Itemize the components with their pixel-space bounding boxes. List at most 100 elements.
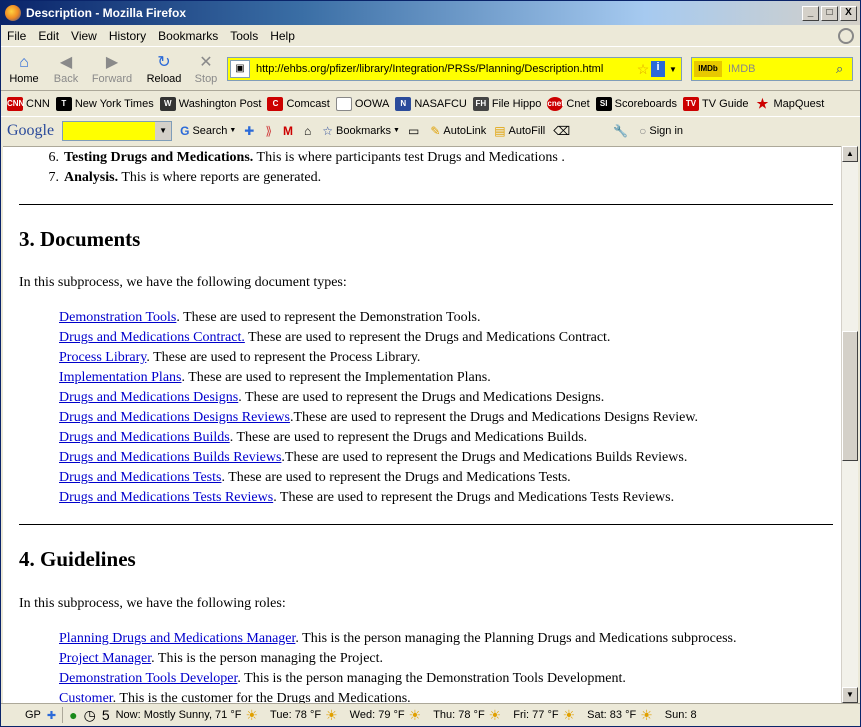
menu-edit[interactable]: Edit (32, 29, 65, 43)
role-link[interactable]: Customer (59, 691, 113, 703)
google-autolink-button[interactable]: ✎ AutoLink (430, 124, 486, 138)
google-share-button[interactable]: ⟫ (265, 124, 275, 138)
google-plus-button[interactable]: ✚ (244, 124, 257, 138)
close-button[interactable]: X (840, 5, 857, 21)
google-settings-button[interactable]: 🔧 (613, 124, 631, 138)
green-status-icon[interactable]: ● (69, 707, 77, 723)
home-button[interactable]: ⌂ Home (3, 53, 45, 85)
bookmark-oowa[interactable]: OOWA (335, 96, 389, 111)
menu-history[interactable]: History (103, 29, 152, 43)
url-bar[interactable]: ▣ http://ehbs.org/pfizer/library/Integra… (227, 57, 682, 81)
minimize-button[interactable]: _ (802, 5, 819, 21)
building-icon: ⌂ (304, 123, 312, 138)
nytimes-icon: T (55, 96, 72, 111)
status-bar: GP ✚ ● ◷ 5 Now: Mostly Sunny, 71 °F ☀ Tue… (1, 703, 860, 726)
google-search-button[interactable]: G Search ▼ (180, 124, 236, 138)
bookmark-scoreboards[interactable]: SI Scoreboards (595, 96, 677, 111)
navigation-toolbar: ⌂ Home ◀ Back ▶ Forward ↻ Reload ✕ Stop … (1, 46, 860, 90)
scroll-thumb[interactable] (842, 331, 858, 461)
google-signin-button[interactable]: ○ Sign in (639, 124, 683, 138)
sun-cloud-icon: ☀ (325, 706, 338, 723)
google-search-input[interactable]: ▼ (62, 120, 173, 141)
menu-file[interactable]: File (1, 29, 32, 43)
document-link[interactable]: Demonstration Tools (59, 310, 176, 325)
document-link[interactable]: Drugs and Medications Designs Reviews (59, 410, 290, 425)
menu-help[interactable]: Help (264, 29, 301, 43)
list-item: Drugs and Medications Builds Reviews.The… (59, 450, 688, 465)
url-text[interactable]: http://ehbs.org/pfizer/library/Integrati… (256, 63, 635, 75)
list-item: Drugs and Medications Contract. These ar… (59, 330, 611, 345)
google-blank-button[interactable]: ▭ (408, 124, 422, 138)
bookmark-tv-guide[interactable]: TV TV Guide (683, 96, 749, 111)
bookmark-file-hippo[interactable]: FH File Hippo (472, 96, 541, 111)
gmail-icon: M (283, 123, 293, 138)
bookmark-cnet[interactable]: cnet Cnet (547, 96, 590, 111)
document-link[interactable]: Drugs and Medications Tests (59, 470, 221, 485)
sun-cloud-icon: ☀ (562, 706, 576, 723)
search-magnifier-icon[interactable]: ⌕ (836, 61, 852, 77)
document-link[interactable]: Drugs and Medications Builds (59, 430, 230, 445)
google-autofill-button[interactable]: ▤ AutoFill (494, 124, 545, 138)
list-item: Drugs and Medications Tests Reviews. The… (59, 490, 675, 505)
role-link[interactable]: Project Manager (59, 651, 151, 666)
info-icon[interactable]: i (651, 61, 665, 77)
stop-icon: ✕ (199, 53, 213, 71)
google-search-dropdown-icon[interactable]: ▼ (155, 121, 172, 140)
back-arrow-icon: ◀ (59, 53, 73, 71)
bookmark-star-icon[interactable]: ☆ (635, 61, 651, 78)
document-link[interactable]: Drugs and Medications Designs (59, 390, 238, 405)
weather-thu[interactable]: Thu: 78 °F ☀ (433, 707, 501, 724)
divider (19, 204, 833, 205)
bookmark-nasafcu[interactable]: N NASAFCU (395, 96, 467, 111)
bookmark-washington-post[interactable]: W Washington Post (159, 96, 261, 111)
maximize-button[interactable]: □ (821, 5, 838, 21)
clock-icon[interactable]: ◷ (84, 707, 96, 724)
google-logo: Google (7, 121, 55, 139)
menu-tools[interactable]: Tools (224, 29, 264, 43)
bookmark-nytimes[interactable]: T New York Times (55, 96, 154, 111)
bookmark-mapquest[interactable]: ★ MapQuest (755, 96, 825, 111)
search-input[interactable]: IMDB (728, 63, 836, 75)
window-title: Description - Mozilla Firefox (26, 6, 187, 20)
bookmark-comcast[interactable]: C Comcast (267, 96, 330, 111)
gp-icon[interactable]: GP (25, 709, 41, 721)
role-link[interactable]: Demonstration Tools Developer (59, 671, 237, 686)
scroll-down-arrow-icon[interactable]: ▼ (842, 687, 858, 703)
reload-button[interactable]: ↻ Reload (143, 53, 185, 85)
list-item: 6. Testing Drugs and Medications. This is… (48, 150, 565, 165)
scroll-up-arrow-icon[interactable]: ▲ (842, 146, 858, 162)
menu-view[interactable]: View (65, 29, 103, 43)
weather-tue[interactable]: Tue: 78 °F ☀ (270, 707, 338, 724)
weather-sat[interactable]: Sat: 83 °F ☀ (587, 707, 653, 724)
wrench-icon: 🔧 (613, 123, 629, 138)
forward-button[interactable]: ▶ Forward (87, 53, 137, 85)
site-identity-icon[interactable]: ▣ (230, 60, 250, 78)
search-engine-icon[interactable]: IMDb (694, 61, 722, 77)
eraser-icon: ⌫ (553, 123, 571, 138)
list-item: Customer. This is the customer for the D… (59, 691, 411, 703)
weather-wed[interactable]: Wed: 79 °F ☀ (350, 707, 422, 724)
autofill-icon: ▤ (494, 123, 506, 138)
url-dropdown-icon[interactable]: ▼ (669, 65, 681, 74)
document-link[interactable]: Process Library (59, 350, 146, 365)
google-bookmarks-button[interactable]: ☆ Bookmarks ▼ (322, 124, 400, 138)
document-link[interactable]: Implementation Plans (59, 370, 181, 385)
gmail-button[interactable]: M (283, 124, 296, 138)
document-link[interactable]: Drugs and Medications Contract. (59, 330, 245, 345)
document-link[interactable]: Drugs and Medications Tests Reviews (59, 490, 273, 505)
google-eraser-button[interactable]: ⌫ (553, 124, 573, 138)
stop-button[interactable]: ✕ Stop (185, 53, 227, 85)
search-bar[interactable]: IMDb IMDB ⌕ (691, 57, 853, 81)
weather-now[interactable]: Now: Mostly Sunny, 71 °F ☀ (116, 707, 258, 724)
tv-guide-icon: TV (683, 96, 700, 111)
bookmark-cnn[interactable]: CNN CNN (7, 96, 50, 111)
document-link[interactable]: Drugs and Medications Builds Reviews (59, 450, 281, 465)
menu-bookmarks[interactable]: Bookmarks (152, 29, 224, 43)
google-home-button[interactable]: ⌂ (304, 124, 314, 138)
back-button[interactable]: ◀ Back (45, 53, 87, 85)
extension-icon[interactable]: ✚ (47, 709, 56, 722)
weather-sun[interactable]: Sun: 8 (665, 709, 697, 721)
vertical-scrollbar[interactable]: ▲ ▼ (841, 146, 858, 703)
weather-fri[interactable]: Fri: 77 °F ☀ (513, 707, 575, 724)
role-link[interactable]: Planning Drugs and Medications Manager (59, 631, 295, 646)
